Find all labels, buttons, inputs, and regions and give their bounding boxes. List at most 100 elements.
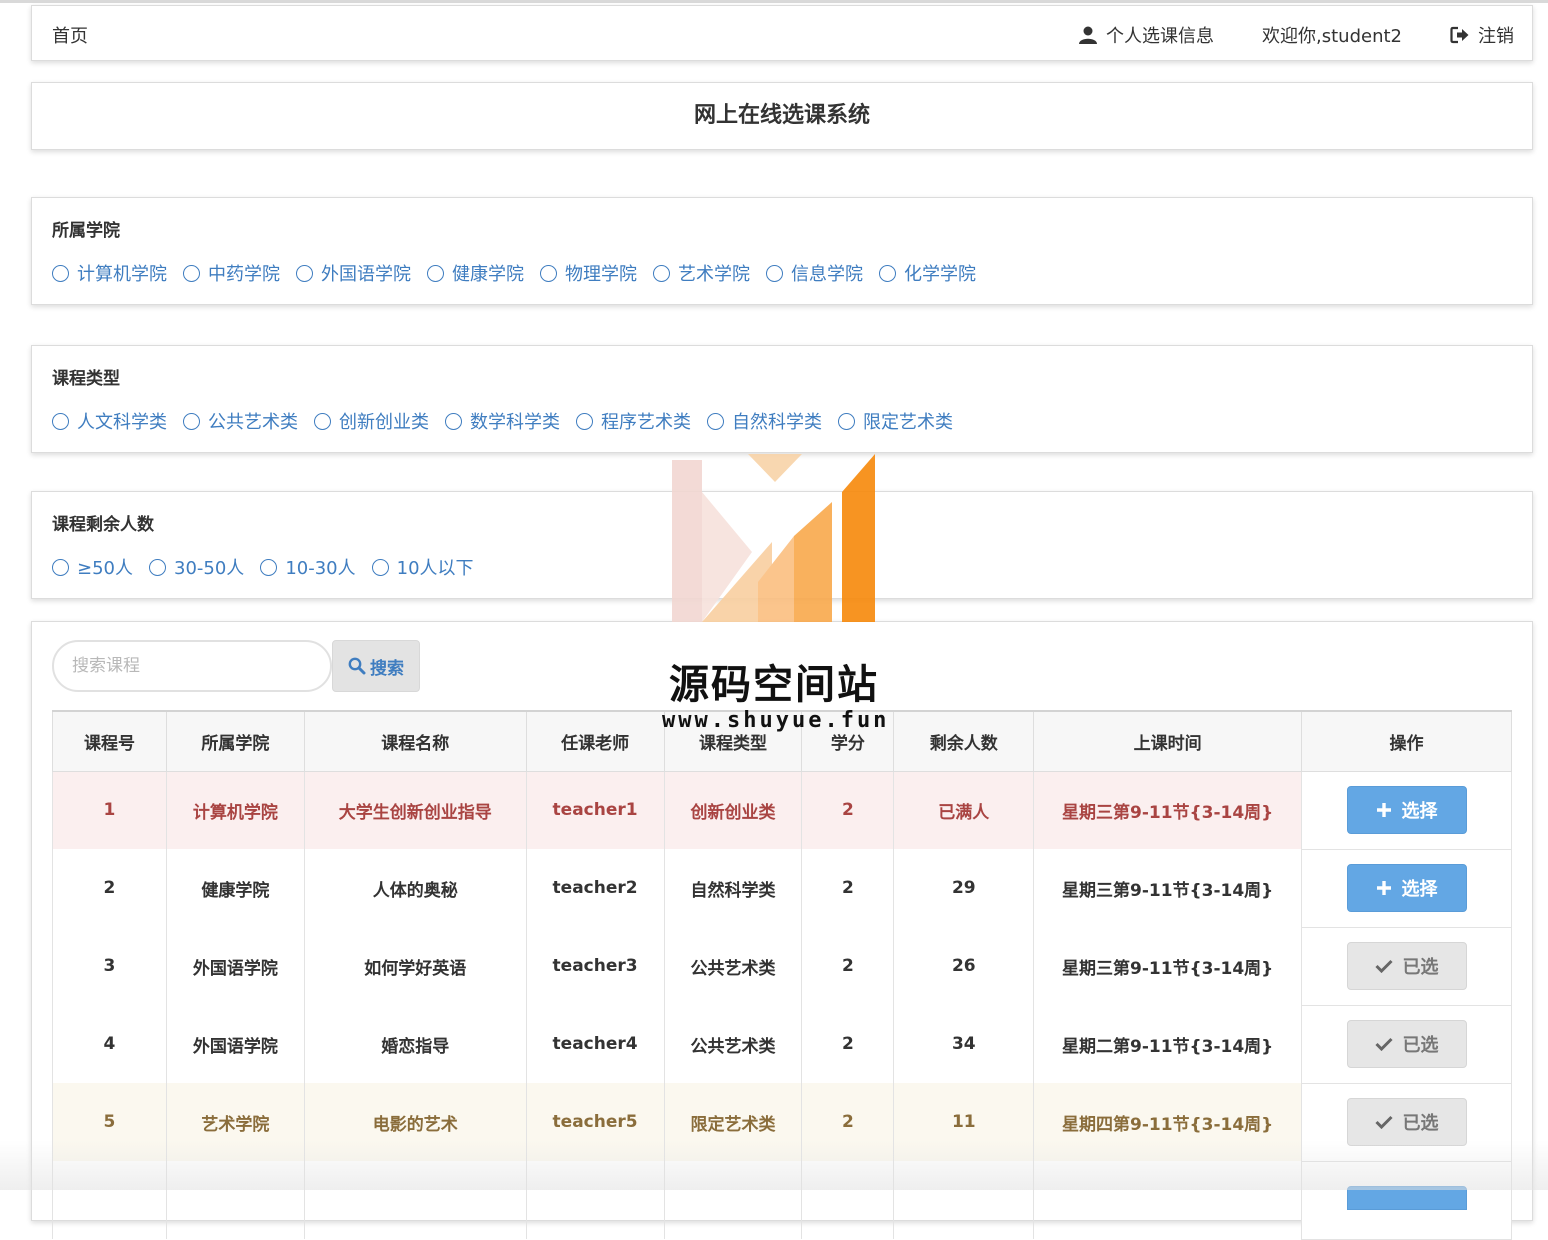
college-option[interactable]: 中药学院 (183, 260, 280, 286)
radio-icon (879, 264, 896, 282)
college-option[interactable]: 艺术学院 (653, 260, 750, 286)
course-college: 计算机学院 (165, 771, 305, 849)
action-cell: 已选 (1301, 1005, 1512, 1084)
radio-icon (427, 264, 444, 282)
college-option[interactable]: 健康学院 (427, 260, 524, 286)
remaining-option[interactable]: ≥50人 (52, 554, 133, 580)
remaining-option[interactable]: 10人以下 (371, 554, 474, 580)
course-teacher: teacher1 (525, 771, 665, 849)
course-credit: 2 (801, 1083, 895, 1161)
column-header: 任课老师 (525, 710, 665, 772)
remaining-options: ≥50人 30-50人 10-30人 10人以下 (52, 554, 1512, 580)
action-cell: 已选 (1301, 927, 1512, 1006)
course-type-option[interactable]: 人文科学类 (52, 408, 167, 434)
course-type-option[interactable]: 自然科学类 (707, 408, 822, 434)
page-title: 网上在线选课系统 (693, 103, 870, 128)
radio-icon (260, 558, 278, 576)
course-credit: 2 (801, 771, 895, 849)
course-time: 星期三第9-11节{3-14周} (1033, 771, 1303, 849)
remaining-option[interactable]: 10-30人 (260, 554, 356, 580)
course-college: 外国语学院 (165, 927, 305, 1005)
action-cell: 选择 (1301, 849, 1512, 928)
selected-button-label: 已选 (1402, 957, 1439, 978)
course-college: 艺术学院 (165, 1083, 305, 1161)
course-type-options: 人文科学类 公共艺术类 创新创业类 数学科学类 程序艺术类 自然科学类 限定艺术… (52, 408, 1512, 434)
selected-button-label: 已选 (1402, 1035, 1439, 1056)
selected-button-label: 已选 (1402, 1113, 1439, 1134)
course-time: 星期三第9-11节{3-14周} (1033, 849, 1303, 927)
radio-icon (183, 264, 200, 282)
column-header: 上课时间 (1033, 710, 1303, 772)
course-id: 4 (52, 1005, 167, 1083)
choose-button[interactable] (1346, 1185, 1467, 1210)
nav-right: 个人选课信息 欢迎你,student2 注销 (1030, 22, 1514, 48)
course-type-option[interactable]: 数学科学类 (445, 408, 560, 434)
option-label: 中药学院 (208, 264, 280, 285)
option-label: 限定艺术类 (863, 412, 953, 433)
table-header-row: 课程号 所属学院 课程名称 任课老师 课程类型 学分 剩余人数 上课时间 操作 (52, 710, 1512, 772)
radio-icon (314, 412, 331, 430)
selected-button[interactable]: 已选 (1346, 1098, 1467, 1146)
course-time: 星期二第9-11节{3-14周} (1033, 1005, 1303, 1083)
search-input[interactable] (52, 640, 332, 692)
option-label: 艺术学院 (678, 264, 750, 285)
course-credit: 2 (801, 849, 895, 927)
course-credit: 2 (801, 927, 895, 1005)
college-option[interactable]: 计算机学院 (52, 260, 167, 286)
option-label: 人文科学类 (77, 412, 167, 433)
choose-button[interactable]: 选择 (1346, 786, 1467, 834)
course-name: 电影的艺术 (303, 1083, 527, 1161)
radio-icon (149, 558, 166, 576)
personal-info-link[interactable]: 个人选课信息 (1078, 22, 1214, 48)
selected-button[interactable]: 已选 (1346, 942, 1467, 990)
choose-button[interactable]: 选择 (1346, 864, 1467, 912)
course-id: 5 (52, 1083, 167, 1161)
course-teacher: teacher5 (525, 1083, 665, 1161)
user-icon (1079, 26, 1098, 44)
course-teacher: teacher2 (525, 849, 665, 927)
college-option[interactable]: 物理学院 (540, 260, 637, 286)
column-header: 剩余人数 (893, 710, 1035, 772)
remaining-option[interactable]: 30-50人 (149, 554, 244, 580)
title-panel: 网上在线选课系统 (31, 82, 1533, 150)
radio-icon (52, 264, 69, 282)
course-type-option[interactable]: 限定艺术类 (838, 408, 953, 434)
option-label: 程序艺术类 (601, 412, 691, 433)
search-button[interactable]: 搜索 (332, 640, 420, 692)
action-cell: 选择 (1301, 771, 1512, 850)
check-icon (1374, 1115, 1393, 1129)
course-table: 课程号 所属学院 课程名称 任课老师 课程类型 学分 剩余人数 上课时间 操作 … (52, 710, 1512, 1240)
course-type-option[interactable]: 程序艺术类 (576, 408, 691, 434)
table-row: 5 艺术学院 电影的艺术 teacher5 限定艺术类 2 11 星期四第9-1… (52, 1083, 1512, 1162)
selected-button[interactable]: 已选 (1346, 1020, 1467, 1068)
plus-icon (1376, 881, 1391, 895)
course-name: 大学生创新创业指导 (303, 771, 527, 849)
college-option[interactable]: 信息学院 (766, 260, 863, 286)
radio-icon (296, 264, 313, 282)
check-icon (1374, 1037, 1393, 1051)
course-type: 创新创业类 (663, 771, 803, 849)
course-type-option[interactable]: 公共艺术类 (183, 408, 298, 434)
option-label: 化学学院 (904, 264, 976, 285)
college-option[interactable]: 外国语学院 (296, 260, 411, 286)
college-option[interactable]: 化学学院 (879, 260, 976, 286)
table-row: 1 计算机学院 大学生创新创业指导 teacher1 创新创业类 2 已满人 星… (52, 771, 1512, 850)
welcome-text: 欢迎你,student2 (1262, 22, 1402, 48)
radio-icon (576, 412, 593, 430)
remaining-filter-title: 课程剩余人数 (52, 515, 154, 535)
course-name: 人体的奥秘 (303, 849, 527, 927)
nav-home-link[interactable]: 首页 (52, 22, 88, 48)
welcome-label: 欢迎你,student2 (1262, 26, 1402, 47)
course-remaining: 26 (893, 927, 1035, 1005)
column-header: 课程名称 (303, 710, 527, 772)
course-type-option[interactable]: 创新创业类 (314, 408, 429, 434)
table-row: 4 外国语学院 婚恋指导 teacher4 公共艺术类 2 34 星期二第9-1… (52, 1005, 1512, 1084)
college-options: 计算机学院 中药学院 外国语学院 健康学院 物理学院 艺术学院 信息学院 化学学… (52, 260, 1512, 286)
course-type-filter: 课程类型 人文科学类 公共艺术类 创新创业类 数学科学类 程序艺术类 自然科学类… (31, 345, 1533, 453)
course-id: 1 (52, 771, 167, 849)
logout-link[interactable]: 注销 (1450, 22, 1514, 48)
course-type: 公共艺术类 (663, 1005, 803, 1083)
table-row: 2 健康学院 人体的奥秘 teacher2 自然科学类 2 29 星期三第9-1… (52, 849, 1512, 928)
radio-icon (766, 264, 783, 282)
option-label: 健康学院 (452, 264, 524, 285)
